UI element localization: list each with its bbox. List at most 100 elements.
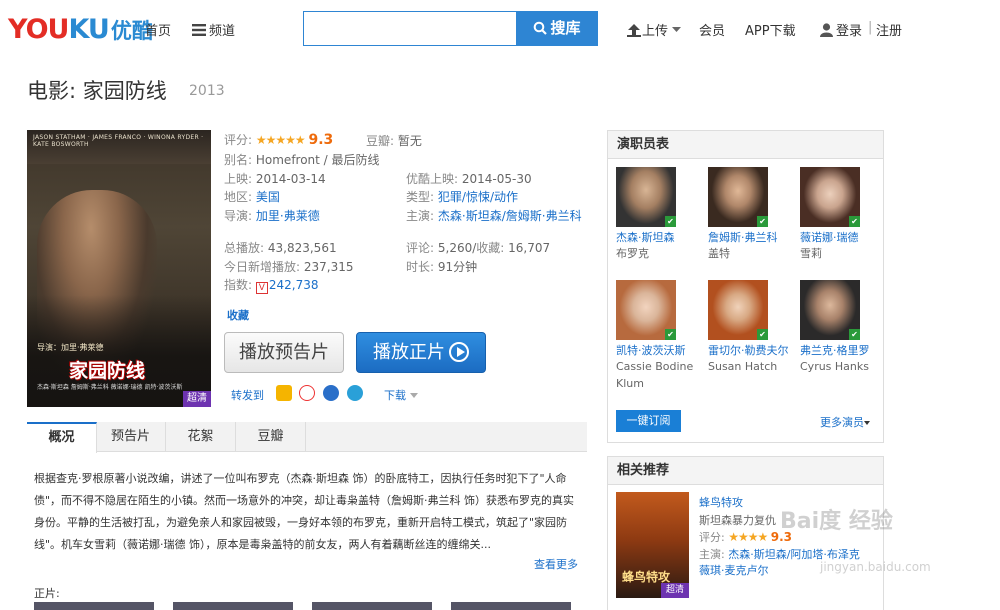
comments-value: 5,260 (437, 241, 473, 255)
avatar: ✔ (708, 167, 768, 227)
user-icon (820, 23, 833, 37)
movie-poster[interactable]: JASON STATHAM · JAMES FRANCO · WINONA RY… (27, 130, 211, 407)
duration-row: 时长: 91分钟 (406, 258, 477, 275)
genre-link-3[interactable]: 动作 (494, 190, 518, 204)
synopsis: 根据查克·罗根原著小说改编，讲述了一位叫布罗克（杰森·斯坦森 饰）的卧底特工，因… (34, 472, 575, 551)
renren-icon[interactable] (323, 385, 339, 401)
menu-icon (192, 24, 206, 36)
more-cast-link[interactable]: 更多演员 (820, 414, 870, 430)
genre-row: 类型: 犯罪/惊悚/动作 (406, 190, 519, 204)
check-icon: ✔ (665, 216, 676, 227)
release-label: 上映: (224, 172, 253, 186)
page-title: 电影: 家园防线 (27, 79, 167, 103)
download-menu[interactable]: 下载 (384, 387, 418, 403)
cast-member[interactable]: ✔ 詹姆斯·弗兰科 盖特 (708, 167, 798, 262)
nav-app-download[interactable]: APP下载 (745, 20, 796, 39)
index-row: 指数: V 242,738 (224, 276, 319, 294)
recommend-rating: 评分: ★★★★ 9.3 (699, 529, 792, 545)
star-link-2[interactable]: 詹姆斯·弗兰科 (506, 209, 582, 223)
search-button[interactable]: 搜库 (516, 11, 598, 46)
director-link[interactable]: 加里·弗莱德 (256, 209, 320, 223)
chevron-down-icon (410, 393, 418, 398)
cast-member[interactable]: ✔ 薇诺娜·瑞德 雪莉 (800, 167, 890, 262)
tab-extras[interactable]: 花絮 (166, 422, 236, 452)
share-label: 转发到 (231, 389, 264, 402)
play-trailer-button[interactable]: 播放预告片 (224, 332, 344, 373)
cast-name[interactable]: 弗兰克·格里罗 (800, 343, 890, 358)
rating-label: 评分: (224, 133, 253, 147)
upload-menu[interactable]: 上传 (626, 20, 682, 39)
cast-member[interactable]: ✔ 凯特·波茨沃斯 Cassie Bodine Klum (616, 280, 706, 392)
index-label: 指数: (224, 278, 253, 292)
duration-label: 时长: (406, 260, 435, 274)
view-more-link[interactable]: 查看更多 (534, 556, 578, 572)
today-row: 今日新增播放: 237,315 (224, 258, 354, 275)
cast-name[interactable]: 雷切尔·勒费夫尔 (708, 343, 798, 358)
play-movie-button[interactable]: 播放正片 (356, 332, 486, 373)
avatar: ✔ (616, 280, 676, 340)
episode-thumb[interactable] (34, 602, 154, 610)
poster-actor-names: JASON STATHAM · JAMES FRANCO · WINONA RY… (33, 134, 204, 148)
alias-label: 别名: (224, 153, 253, 167)
nav-channels-label: 频道 (209, 24, 236, 39)
genre-link-2[interactable]: 惊悚 (466, 190, 490, 204)
rating-stars: ★★★★★ (255, 133, 306, 147)
detail-tabs: 概况 预告片 花絮 豆瓣 (27, 422, 587, 453)
tab-trailers[interactable]: 预告片 (96, 422, 166, 452)
star-share-icon[interactable] (276, 385, 292, 401)
genre-label: 类型: (406, 190, 435, 204)
nav-member[interactable]: 会员 (699, 20, 725, 39)
poster-tagline: 导演：加里·弗莱德 (37, 343, 104, 352)
episode-thumb[interactable] (312, 602, 432, 610)
cast-name[interactable]: 凯特·波茨沃斯 (616, 343, 706, 358)
header-separator: | (868, 20, 873, 35)
cast-member[interactable]: ✔ 杰森·斯坦森 布罗克 (616, 167, 706, 262)
weibo-icon[interactable] (299, 385, 315, 401)
stars-label: 主演: (406, 209, 435, 223)
recommend-stars-label: 主演: (699, 548, 725, 561)
nav-channels[interactable]: 频道 (192, 20, 235, 39)
login-link[interactable]: 登录 (820, 20, 862, 39)
youku-logo[interactable]: YOUKU优酷 (8, 14, 153, 45)
recommend-title[interactable]: 蜂鸟特攻 (699, 494, 743, 510)
cast-member[interactable]: ✔ 雷切尔·勒费夫尔 Susan Hatch (708, 280, 798, 375)
cast-name[interactable]: 薇诺娜·瑞德 (800, 230, 890, 245)
register-link[interactable]: 注册 (876, 20, 902, 39)
today-value: 237,315 (303, 260, 354, 274)
alias-value: Homefront / 最后防线 (255, 153, 380, 167)
avatar: ✔ (800, 167, 860, 227)
qzone-icon[interactable] (347, 385, 363, 401)
region-link[interactable]: 美国 (256, 190, 280, 204)
cast-name[interactable]: 杰森·斯坦森 (616, 230, 706, 245)
episode-thumb[interactable] (451, 602, 571, 610)
release-year: 2013 (189, 83, 225, 99)
favorite-link[interactable]: 收藏 (227, 307, 249, 323)
cast-name[interactable]: 詹姆斯·弗兰科 (708, 230, 798, 245)
cast-member[interactable]: ✔ 弗兰克·格里罗 Cyrus Hanks (800, 280, 890, 375)
rating-score: 9.3 (308, 132, 334, 148)
index-value[interactable]: 242,738 (269, 278, 319, 292)
play-circle-icon (449, 342, 469, 362)
star-link-1[interactable]: 杰森·斯坦森 (438, 209, 502, 223)
recommend-star-link[interactable]: 杰森·斯坦森 (728, 548, 787, 561)
index-badge-icon: V (255, 282, 268, 294)
comments-label: 评论: (406, 241, 435, 255)
tab-overview[interactable]: 概况 (27, 422, 97, 453)
tab-douban[interactable]: 豆瓣 (236, 422, 306, 452)
douban-value: 暂无 (397, 134, 422, 148)
check-icon: ✔ (757, 216, 768, 227)
baidu-watermark: Bai度 经验 (780, 509, 893, 534)
recommend-star-link[interactable]: 薇琪·麦克卢尔 (699, 562, 769, 578)
recommend-desc: 斯坦森暴力复仇 (699, 514, 776, 527)
nav-home[interactable]: 首页 (145, 20, 171, 39)
alias-row: 别名: Homefront / 最后防线 (224, 151, 380, 168)
chevron-down-icon (672, 27, 682, 32)
search-input[interactable] (303, 11, 517, 46)
douban-row: 豆瓣: 暂无 (366, 132, 422, 149)
fav-label: 收藏: (476, 241, 505, 255)
genre-link-1[interactable]: 犯罪 (438, 190, 462, 204)
avatar: ✔ (800, 280, 860, 340)
subscribe-button[interactable]: 一键订阅 (616, 410, 681, 432)
check-icon: ✔ (849, 329, 860, 340)
episode-thumb[interactable] (173, 602, 293, 610)
